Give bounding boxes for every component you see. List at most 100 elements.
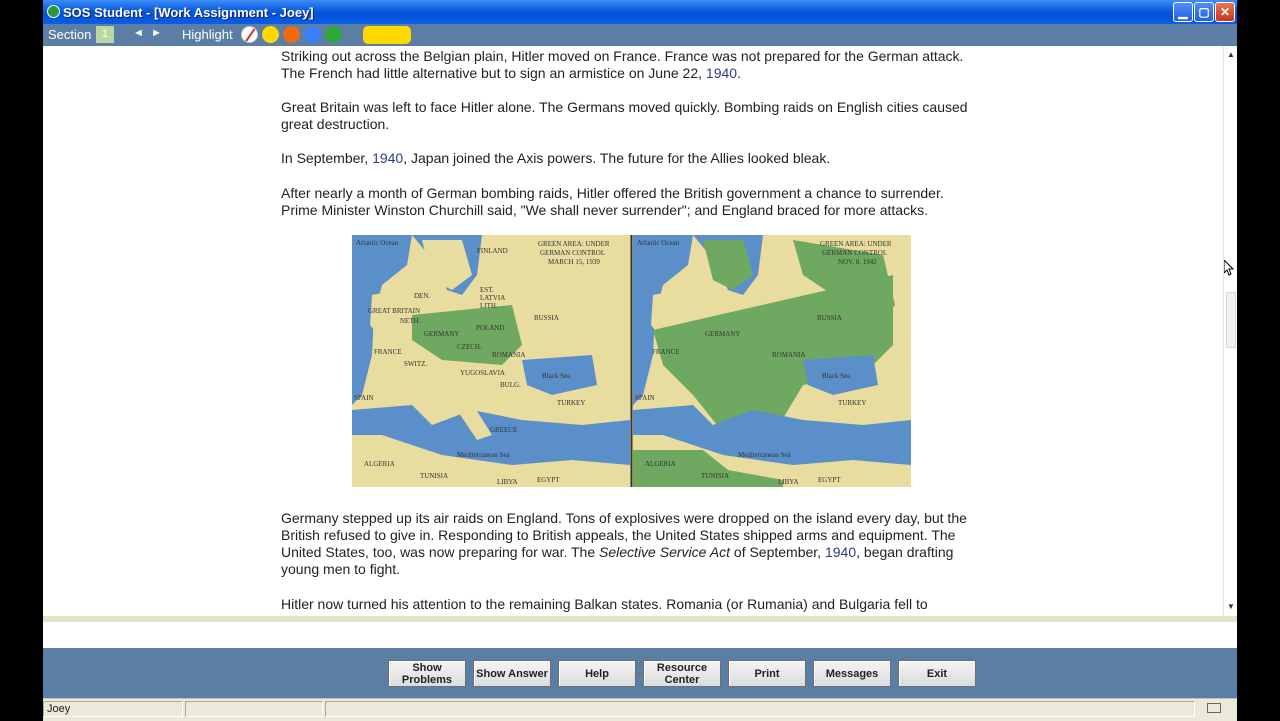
map-label: BULG. [500,381,521,389]
highlight-label: Highlight [182,27,233,42]
scroll-up-icon[interactable]: ▲ [1227,50,1235,59]
map-label: Atlantic Ocean [637,239,680,247]
resource-center-button[interactable]: Resource Center [643,660,721,687]
app-icon [47,5,60,18]
messages-button[interactable]: Messages [813,660,891,687]
map-label: TURKEY [557,399,585,407]
show-answer-button[interactable]: Show Answer [473,660,551,687]
paragraph-text: After nearly a month of German bombing r… [281,185,944,218]
map-label: DEN. [414,292,430,300]
title-bar: SOS Student - [Work Assignment - Joey] ▁… [43,0,1237,24]
highlight-green-icon[interactable] [325,26,342,43]
scroll-thumb[interactable] [1226,292,1236,348]
map-label: ROMANIA [492,351,525,359]
paragraph-5: Germany stepped up its air raids on Engl… [281,510,981,578]
status-cell-2 [185,701,323,717]
paragraph-6: Hitler now turned his attention to the r… [281,596,928,613]
map-graphic: GREEN AREA: UNDER GERMAN CONTROL MARCH 1… [352,235,911,487]
map-label: SPAIN [354,394,374,402]
next-section-icon[interactable]: ► [151,27,162,39]
map-label: EGYPT [537,476,560,484]
map-label: FINLAND [477,247,508,255]
close-button[interactable]: ✕ [1215,2,1235,22]
section-label: Section [48,27,92,42]
show-problems-button[interactable]: Show Problems [388,660,466,687]
map-panel-1942 [633,235,911,487]
year-link[interactable]: 1940 [372,150,403,166]
year-link[interactable]: 1940 [706,65,737,81]
map-label: Mediterranean Sea [457,451,511,459]
map-label: LIBYA [778,478,799,486]
map-label: RUSSIA [534,314,559,322]
section-number[interactable]: 1 [96,26,114,43]
paragraph-text: , Japan joined the Axis powers. The futu… [403,150,831,166]
print-button[interactable]: Print [728,660,806,687]
map-label: GREECE [490,426,517,434]
europe-comparison-map: GREEN AREA: UNDER GERMAN CONTROL MARCH 1… [352,235,911,487]
map-caption-left-1: GREEN AREA: UNDER [538,240,610,248]
status-cell-3 [325,701,1195,717]
message-icon[interactable] [1207,703,1221,713]
highlighter-marker-icon[interactable] [363,26,411,44]
map-label: Mediterranean Sea [738,451,792,459]
map-label: SWITZ. [404,360,427,368]
lesson-content: Striking out across the Belgian plain, H… [43,46,1223,616]
highlight-yellow-icon[interactable] [262,26,279,43]
map-label: GERMANY [424,330,459,338]
highlight-blue-icon[interactable] [304,26,321,43]
map-label: LATVIA [480,294,505,302]
paragraph-text: Great Britain was left to face Hitler al… [281,99,968,132]
map-label: EST. [480,286,494,294]
map-label: GREAT BRITAIN [368,307,420,315]
map-label: FRANCE [652,348,680,356]
map-caption-right-2: GERMAN CONTROL [822,249,887,257]
map-label: ALGERIA [364,460,395,468]
map-label: POLAND [476,324,504,332]
window-title: SOS Student - [Work Assignment - Joey] [63,5,314,20]
status-bar: Joey [43,698,1237,721]
paragraph-text: Hitler now turned his attention to the r… [281,596,928,612]
map-caption-right-3: NOV. 8, 1942 [838,258,877,266]
paragraph-text: Striking out across the Belgian plain, H… [281,48,964,81]
maximize-button[interactable]: ▢ [1194,2,1214,22]
paragraph-4: After nearly a month of German bombing r… [281,185,981,219]
map-label: CZECH. [457,343,482,351]
status-user: Joey [43,701,183,717]
minimize-button[interactable]: ▁ [1173,2,1193,22]
map-label: EGYPT [818,476,841,484]
map-label: Black Sea [822,372,851,380]
map-panel-1939 [352,235,630,487]
paragraph-2: Great Britain was left to face Hitler al… [281,99,981,133]
map-label: TURKEY [838,399,866,407]
year-link[interactable]: 1940 [825,544,856,560]
paragraph-3: In September, 1940, Japan joined the Axi… [281,150,830,167]
mouse-cursor-icon [1224,260,1234,276]
section-toolbar: Section 1 ◄ ► Highlight [43,24,1237,46]
app-window: SOS Student - [Work Assignment - Joey] ▁… [43,0,1237,721]
map-label: FRANCE [374,348,402,356]
paragraph-text: In September, [281,150,373,166]
map-label: SPAIN [635,394,655,402]
highlight-orange-icon[interactable] [283,26,300,43]
map-label: LIBYA [497,478,518,486]
help-button[interactable]: Help [558,660,636,687]
act-name: Selective Service Act [599,544,731,560]
map-label: LITH. [480,302,498,310]
map-caption-left-3: MARCH 15, 1939 [548,258,600,266]
map-label: TUNISIA [420,472,448,480]
prev-section-icon[interactable]: ◄ [133,27,144,39]
exit-button[interactable]: Exit [898,660,976,687]
answer-area [43,622,1237,648]
paragraph-text: of September, [730,544,825,560]
paragraph-1: Striking out across the Belgian plain, H… [281,48,981,82]
action-bar: Show Problems Show Answer Help Resource … [43,648,1237,698]
map-label: ALGERIA [645,460,676,468]
map-caption-left-2: GERMAN CONTROL [540,249,605,257]
map-label: Black Sea [542,372,571,380]
highlight-eraser-icon[interactable] [241,26,258,43]
content-scrollbar[interactable]: ▲ ▼ [1223,46,1237,616]
map-label: NETH. [400,317,421,325]
scroll-down-icon[interactable]: ▼ [1227,602,1235,611]
map-label: GERMANY [705,330,740,338]
map-label: RUSSIA [817,314,842,322]
